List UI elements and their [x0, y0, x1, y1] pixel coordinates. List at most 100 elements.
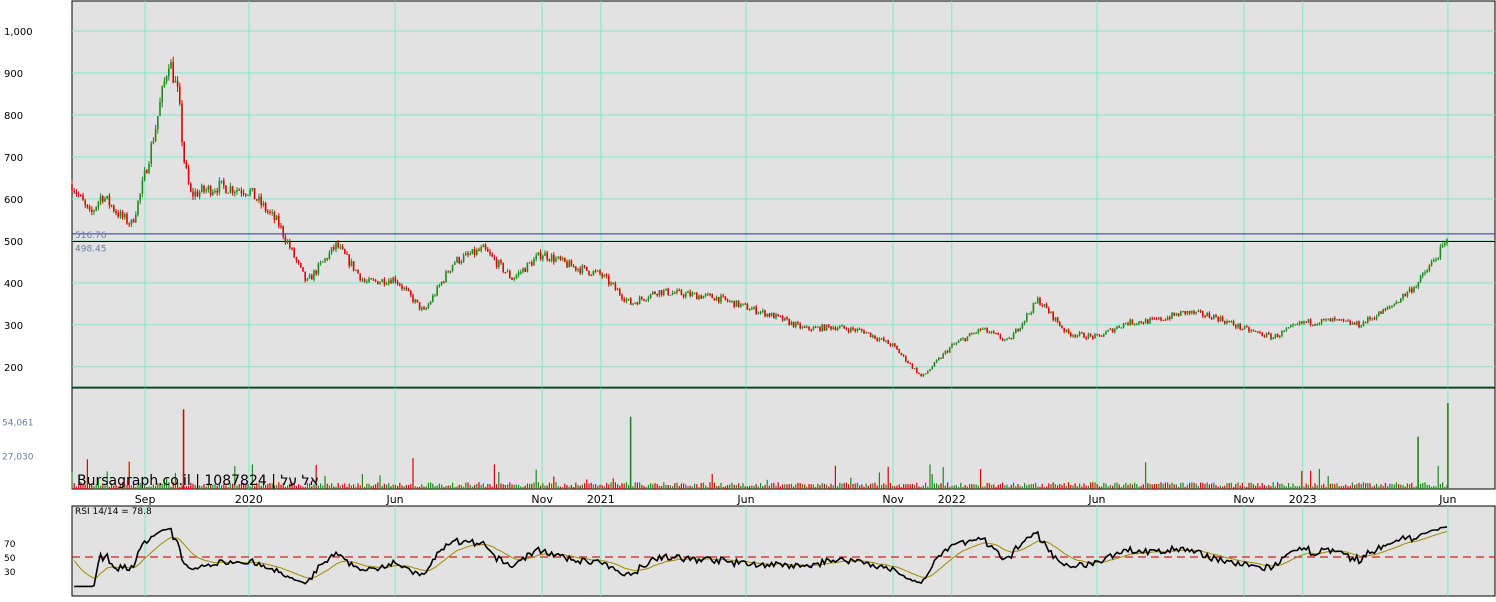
candle-body	[966, 336, 969, 341]
candle-body	[495, 259, 498, 268]
candle-body	[1276, 334, 1279, 338]
volume-bar	[861, 484, 863, 489]
volume-bar	[676, 482, 678, 489]
volume-bar	[1175, 484, 1177, 489]
candle-body	[1219, 316, 1222, 322]
volume-bar	[1369, 483, 1371, 489]
candle-body	[586, 266, 588, 271]
volume-bar	[1160, 482, 1162, 489]
candle-body	[929, 369, 931, 372]
volume-bar	[1409, 484, 1411, 489]
volume-bar	[614, 482, 616, 489]
candle-body	[341, 246, 344, 250]
x-tick-label: Jun	[1438, 493, 1456, 506]
volume-bar	[1431, 486, 1433, 489]
volume-bar	[1413, 487, 1415, 489]
volume-bar	[456, 486, 458, 489]
candle-body	[803, 326, 806, 328]
candle-body	[1061, 325, 1063, 329]
volume-bar	[1123, 484, 1125, 489]
volume-bar	[524, 485, 526, 489]
volume-bar	[1395, 482, 1397, 489]
volume-bar	[1356, 484, 1358, 489]
candle-body	[1246, 326, 1248, 328]
candle-body	[190, 183, 192, 192]
volume-bar	[1134, 482, 1136, 489]
volume-bar	[361, 474, 363, 489]
volume-bar	[1107, 486, 1109, 489]
candle-body	[843, 325, 845, 329]
volume-bar	[390, 486, 392, 489]
candle-body	[284, 236, 287, 243]
volume-bar	[1010, 484, 1012, 489]
volume-bar	[1079, 483, 1081, 489]
volume-bar	[606, 482, 608, 489]
candle-body	[1215, 314, 1217, 317]
candle-body	[236, 189, 238, 192]
price-tick-label: 200	[4, 363, 23, 374]
volume-bar	[1193, 482, 1195, 489]
candle-body	[1028, 313, 1030, 315]
candle-body	[663, 290, 665, 295]
candle-body	[1378, 311, 1380, 317]
volume-bar	[381, 486, 383, 489]
volume-bar	[1054, 484, 1056, 489]
candle-body	[990, 331, 993, 333]
candle-body	[612, 282, 614, 284]
candle-body	[282, 226, 284, 237]
volume-bar	[647, 484, 649, 489]
candle-body	[350, 261, 353, 266]
candle-body	[720, 295, 722, 303]
candle-body	[674, 292, 676, 294]
candle-body	[614, 283, 617, 290]
candle-body	[836, 328, 839, 330]
volume-bar	[542, 483, 544, 489]
volume-bar	[1376, 483, 1378, 489]
volume-bar	[742, 483, 744, 489]
volume-spike	[1447, 403, 1449, 489]
volume-bar	[1059, 483, 1061, 489]
candle-body	[867, 332, 870, 334]
volume-bar	[1019, 486, 1021, 489]
candle-body	[1248, 327, 1250, 332]
volume-bar	[1380, 484, 1382, 489]
candle-body	[126, 214, 128, 224]
volume-bar	[830, 483, 832, 489]
candle-body	[346, 253, 348, 255]
volume-bar	[1415, 486, 1417, 489]
candle-body	[1375, 316, 1378, 320]
candle-body	[1433, 259, 1435, 262]
candle-body	[1085, 337, 1087, 339]
volume-bar	[1334, 484, 1336, 489]
candle-body	[506, 271, 509, 273]
candle-body	[553, 254, 555, 262]
candle-body	[605, 274, 608, 277]
candle-body	[713, 298, 716, 301]
volume-bar	[845, 482, 847, 489]
volume-bar	[711, 473, 713, 489]
candle-body	[163, 81, 166, 87]
candle-body	[207, 186, 210, 190]
volume-bar	[1215, 485, 1217, 489]
volume-bar	[1125, 482, 1127, 489]
candle-body	[1133, 323, 1136, 325]
candle-body	[724, 296, 727, 300]
volume-bar	[1426, 484, 1428, 489]
volume-bar	[1248, 482, 1250, 489]
candle-body	[117, 212, 119, 217]
volume-bar	[1162, 483, 1164, 489]
candle-body	[267, 211, 269, 213]
candle-body	[654, 291, 656, 294]
candle-body	[374, 279, 377, 281]
volume-bar	[1096, 484, 1098, 489]
candle-body	[137, 200, 139, 215]
volume-bar	[1321, 485, 1323, 489]
volume-bar	[1301, 470, 1303, 489]
candle-body	[1195, 311, 1197, 314]
volume-bar	[1074, 483, 1076, 489]
volume-bar	[1153, 483, 1155, 489]
volume-bar	[823, 483, 825, 489]
volume-bar	[1362, 482, 1364, 489]
volume-bar	[1268, 484, 1270, 489]
candle-body	[1281, 331, 1283, 336]
